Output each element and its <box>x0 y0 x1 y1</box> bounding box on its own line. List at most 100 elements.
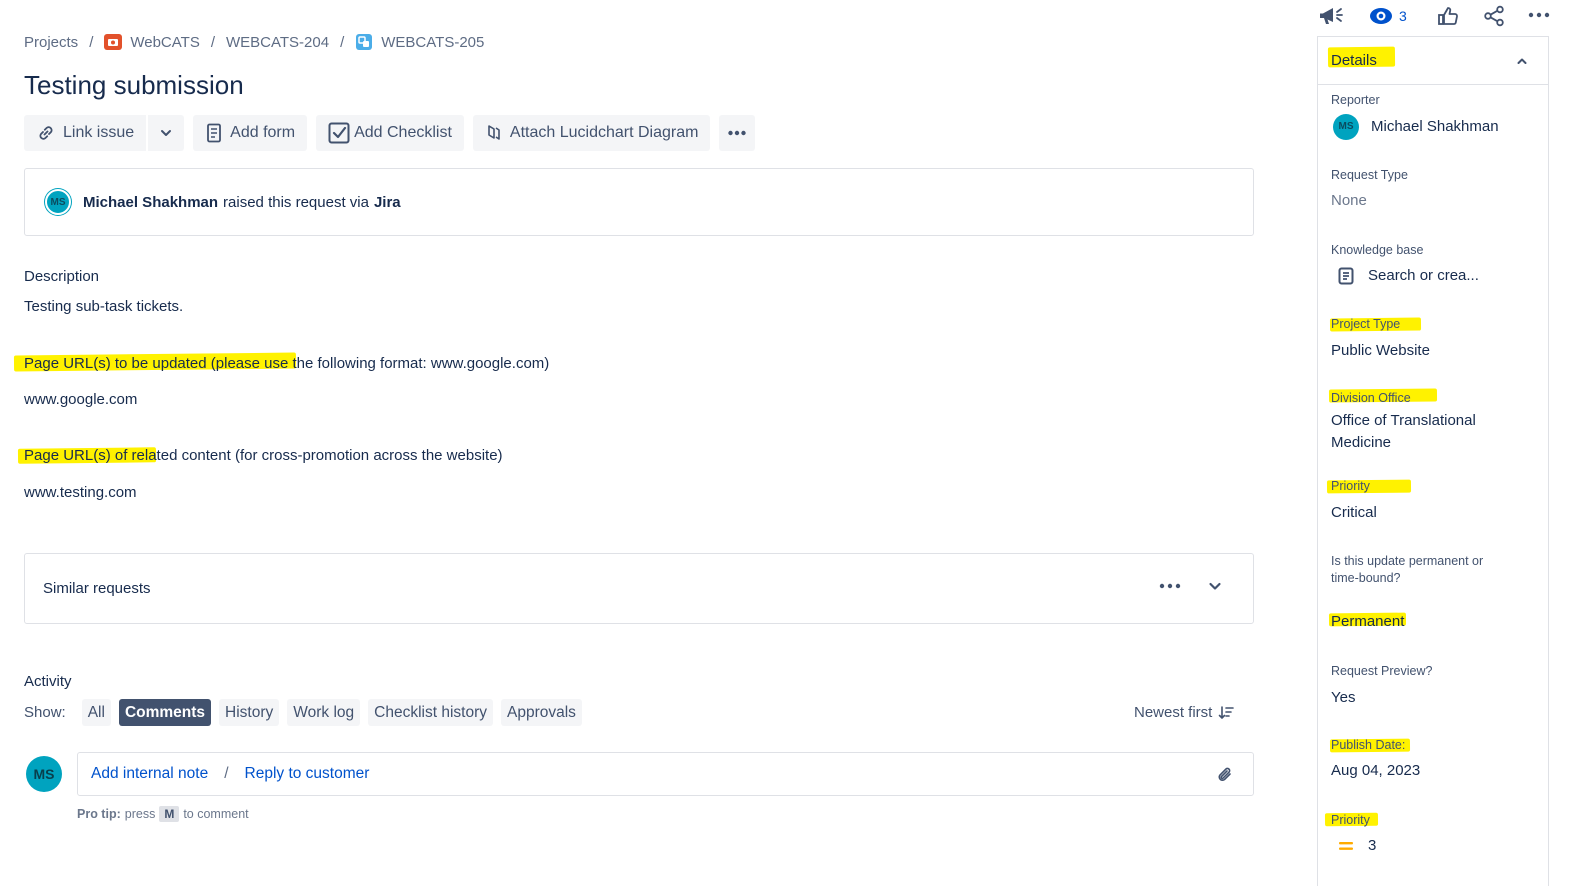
details-title: Details <box>1331 52 1377 69</box>
add-form-button[interactable]: Add form <box>193 115 308 151</box>
raised-text: raised this request via <box>223 193 369 211</box>
filter-checklist-history[interactable]: Checklist history <box>368 699 493 726</box>
link-icon <box>39 126 53 140</box>
breadcrumb-separator: / <box>210 33 215 51</box>
description-text[interactable]: Testing sub-task tickets. <box>24 298 183 315</box>
request-preview-label: Request Preview? <box>1331 664 1433 678</box>
link-issue-group: Link issue <box>24 115 185 151</box>
vote-button[interactable] <box>1437 5 1459 27</box>
breadcrumb-separator: / <box>340 33 345 51</box>
protip-press: press <box>124 807 156 821</box>
avatar: MS <box>1333 114 1359 140</box>
activity-filter-row: Show: All Comments History Work log Chec… <box>24 699 582 726</box>
similar-requests-label: Similar requests <box>43 580 151 597</box>
publish-date-label: Publish Date: <box>1331 738 1406 752</box>
add-internal-note-link[interactable]: Add internal note <box>91 765 208 783</box>
more-icon <box>1528 12 1550 18</box>
sort-descending-icon <box>1219 705 1235 719</box>
priority2-value: 3 <box>1368 837 1377 854</box>
breadcrumb-project[interactable]: WebCATS <box>104 33 200 51</box>
project-type-value[interactable]: Public Website <box>1331 340 1430 362</box>
thumbs-up-icon <box>1438 7 1458 25</box>
related-urls-value[interactable]: www.testing.com <box>24 484 137 501</box>
attachment-icon[interactable] <box>1215 765 1235 790</box>
filter-work-log[interactable]: Work log <box>287 699 361 726</box>
article-icon <box>1338 267 1354 285</box>
link-issue-label: Link issue <box>63 124 135 141</box>
permanent-value[interactable]: Permanent <box>1331 611 1404 633</box>
avatar[interactable]: MS <box>26 756 62 792</box>
link-issue-button[interactable]: Link issue <box>24 115 147 151</box>
more-actions-button[interactable] <box>719 115 756 151</box>
shortcut-key: M <box>159 806 180 822</box>
megaphone-icon <box>1320 8 1343 24</box>
priority-value[interactable]: Critical <box>1331 502 1377 524</box>
sort-order-button[interactable]: Newest first <box>1134 704 1235 721</box>
division-office-label: Division Office <box>1331 391 1411 405</box>
add-checklist-button[interactable]: Add Checklist <box>316 115 464 151</box>
more-icon[interactable] <box>1159 583 1181 589</box>
filter-comments[interactable]: Comments <box>118 699 212 726</box>
breadcrumb-separator: / <box>89 33 94 51</box>
division-office-value[interactable]: Office of Translational Medicine <box>1331 410 1511 454</box>
form-icon <box>207 123 222 143</box>
link-issue-dropdown[interactable] <box>148 115 185 151</box>
raised-channel: Jira <box>373 193 401 211</box>
pro-tip: Pro tip: press M to comment <box>77 806 249 822</box>
chevron-down-icon[interactable] <box>1207 578 1223 594</box>
share-icon <box>1484 5 1504 27</box>
reporter-value: Michael Shakhman <box>1371 118 1499 135</box>
breadcrumb-issue-label: WEBCATS-205 <box>381 33 485 51</box>
breadcrumb-projects[interactable]: Projects <box>24 34 78 51</box>
similar-requests-panel[interactable]: Similar requests <box>24 553 1254 624</box>
request-preview-value[interactable]: Yes <box>1331 687 1355 709</box>
page-urls-value[interactable]: www.google.com <box>24 391 137 408</box>
issue-actions-bar: 3 <box>1317 3 1570 31</box>
reply-to-customer-link[interactable]: Reply to customer <box>245 765 370 783</box>
page-title: Testing submission <box>24 70 244 100</box>
breadcrumb-issue[interactable]: WEBCATS-205 <box>355 33 484 51</box>
sort-order-label: Newest first <box>1134 704 1213 721</box>
filter-history[interactable]: History <box>219 699 280 726</box>
avatar[interactable]: MS <box>45 189 71 215</box>
priority2-label: Priority <box>1331 813 1370 827</box>
more-options-button[interactable] <box>1528 12 1550 18</box>
show-label: Show: <box>24 704 66 721</box>
breadcrumb: Projects / WebCATS / WEBCATS-204 / WEBCA… <box>24 33 484 51</box>
filter-all[interactable]: All <box>81 699 111 726</box>
comment-editor[interactable]: Add internal note / Reply to customer <box>77 752 1254 796</box>
request-type-label: Request Type <box>1331 168 1408 182</box>
knowledge-base-value: Search or crea... <box>1368 267 1479 284</box>
description-label: Description <box>24 268 100 285</box>
filter-approvals[interactable]: Approvals <box>501 699 582 726</box>
request-type-value[interactable]: None <box>1331 190 1367 212</box>
breadcrumb-parent[interactable]: WEBCATS-204 <box>226 34 329 51</box>
project-icon <box>104 33 123 51</box>
details-header[interactable]: Details <box>1318 37 1548 85</box>
feedback-button[interactable] <box>1319 5 1345 27</box>
more-icon <box>728 130 747 136</box>
chevron-down-icon <box>161 130 172 136</box>
priority2-field[interactable]: 3 <box>1338 835 1376 857</box>
related-urls-label: Page URL(s) of related content (for cros… <box>24 447 503 464</box>
publish-date-value[interactable]: Aug 04, 2023 <box>1331 760 1420 782</box>
chevron-up-icon[interactable] <box>1516 54 1528 71</box>
attach-lucidchart-label: Attach Lucidchart Diagram <box>509 124 699 141</box>
protip-label: Pro tip: <box>77 807 121 821</box>
knowledge-base-field[interactable]: Search or crea... <box>1338 265 1479 287</box>
protip-rest: to comment <box>183 807 249 821</box>
priority-medium-icon <box>1339 842 1353 850</box>
raised-user[interactable]: Michael Shakhman <box>83 194 218 211</box>
permanent-label: Is this update permanent or time-bound? <box>1331 554 1484 585</box>
attach-lucidchart-button[interactable]: Attach Lucidchart Diagram <box>472 115 711 151</box>
watch-count: 3 <box>1399 8 1407 24</box>
page-urls-label: Page URL(s) to be updated (please use th… <box>24 355 550 372</box>
add-form-label: Add form <box>230 124 296 141</box>
reporter-label: Reporter <box>1331 93 1380 107</box>
lucidchart-icon <box>488 125 500 140</box>
add-checklist-label: Add Checklist <box>354 124 452 141</box>
share-button[interactable] <box>1483 5 1505 27</box>
issue-toolbar: Link issue Add form Add Checklist Attach… <box>24 115 756 151</box>
reporter-field[interactable]: MS Michael Shakhman <box>1333 114 1499 140</box>
watch-button[interactable]: 3 <box>1369 6 1407 26</box>
